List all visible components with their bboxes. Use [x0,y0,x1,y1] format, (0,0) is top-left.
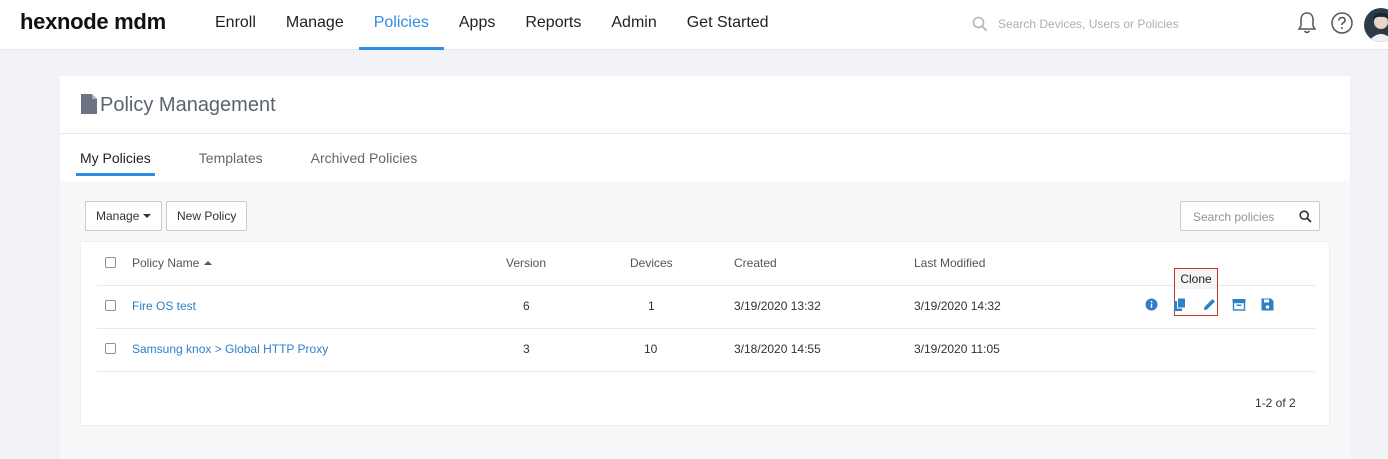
top-navbar: hexnode mdm Enroll Manage Policies Apps … [0,0,1388,50]
pagination-count: 1-2 of 2 [1255,396,1296,410]
manage-button-label: Manage [96,209,140,223]
manage-dropdown-button[interactable]: Manage [85,201,163,231]
column-header-devices[interactable]: Devices [630,256,673,270]
tab-templates[interactable]: Templates [195,146,267,176]
nav-get-started[interactable]: Get Started [672,0,784,50]
policy-last-modified: 3/19/2020 11:05 [914,342,1000,356]
column-header-version[interactable]: Version [506,256,546,270]
policy-created: 3/19/2020 13:32 [734,299,821,313]
column-header-last-modified[interactable]: Last Modified [914,256,985,270]
nav-apps[interactable]: Apps [444,0,510,50]
help-icon[interactable] [1330,11,1354,35]
save-icon[interactable] [1261,298,1274,311]
nav-admin[interactable]: Admin [596,0,671,50]
row-checkbox[interactable] [105,300,116,311]
policy-table: Policy Name Version Devices Created Last… [80,241,1330,426]
page-title: Policy Management [100,94,276,116]
policy-created: 3/18/2020 14:55 [734,342,821,356]
policy-card: Policy Management My Policies Templates … [60,76,1350,459]
nav-enroll[interactable]: Enroll [200,0,271,50]
nav-reports[interactable]: Reports [510,0,596,50]
tab-archived-policies[interactable]: Archived Policies [307,146,422,176]
tab-my-policies[interactable]: My Policies [76,146,155,176]
policy-version: 3 [523,342,530,356]
brand-logo[interactable]: hexnode mdm [20,9,166,35]
policy-name-link[interactable]: Fire OS test [132,299,196,313]
policy-tabs: My Policies Templates Archived Policies [76,146,461,176]
policy-name-link[interactable]: Samsung knox > Global HTTP Proxy [132,342,328,356]
card-header: Policy Management [60,76,1350,134]
global-search [972,12,1232,36]
table-row: Fire OS test 6 1 3/19/2020 13:32 3/19/20… [97,268,1315,329]
table-header-row: Policy Name Version Devices Created Last… [97,242,1315,286]
edit-icon[interactable] [1203,298,1216,311]
search-icon[interactable] [1299,210,1312,223]
archive-icon[interactable] [1232,298,1246,311]
nav-manage[interactable]: Manage [271,0,359,50]
column-header-policy-name[interactable]: Policy Name [132,256,213,270]
caret-down-icon [143,214,152,218]
policy-search-box [1180,201,1320,231]
main-nav: Enroll Manage Policies Apps Reports Admi… [200,0,784,50]
sort-ascending-icon [204,261,213,265]
user-avatar[interactable] [1364,8,1388,42]
bell-icon[interactable] [1296,11,1318,35]
table-row: Samsung knox > Global HTTP Proxy 3 10 3/… [97,328,1315,372]
policy-search-input[interactable] [1191,209,1295,225]
new-policy-button[interactable]: New Policy [166,201,248,231]
global-search-input[interactable] [996,16,1220,32]
row-checkbox[interactable] [105,343,116,354]
policy-last-modified: 3/19/2020 14:32 [914,299,1001,313]
policies-content: Manage New Policy Policy Name Version De… [60,181,1350,459]
tooltip-label: Clone [1175,269,1217,289]
policy-devices: 10 [644,342,658,356]
search-icon[interactable] [972,16,988,32]
info-icon[interactable] [1145,298,1158,311]
policy-devices: 1 [648,299,655,313]
user-icon [1368,12,1388,42]
clone-icon[interactable] [1174,298,1186,311]
column-header-created[interactable]: Created [734,256,777,270]
document-icon [81,94,97,114]
select-all-checkbox[interactable] [105,257,116,268]
nav-policies[interactable]: Policies [358,0,444,50]
policy-version: 6 [523,299,530,313]
